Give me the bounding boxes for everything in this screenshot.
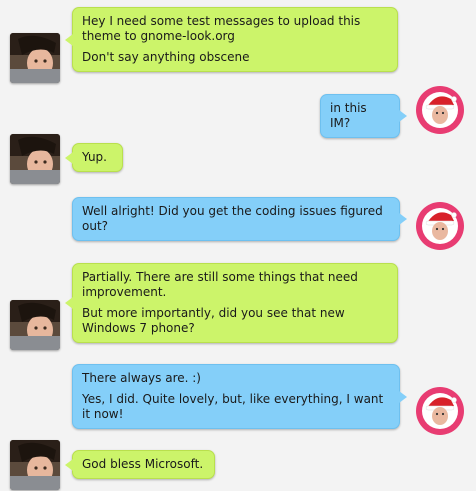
- buddy-avatar[interactable]: [415, 201, 465, 251]
- message-bubble: There always are. :) Yes, I did. Quite l…: [72, 364, 407, 429]
- santa-hat-buddy-icon: [416, 387, 464, 435]
- message-text: God bless Microsoft.: [82, 457, 204, 471]
- user-photo-icon: [10, 440, 60, 490]
- contact-avatar[interactable]: [10, 33, 60, 83]
- message-bubble: Well alright! Did you get the coding iss…: [72, 197, 407, 241]
- message-bubble: Partially. There are still some things t…: [65, 263, 398, 343]
- message-text: Yes, I did. Quite lovely, but, like ever…: [82, 392, 384, 421]
- user-photo-icon: [10, 33, 60, 83]
- buddy-avatar[interactable]: [415, 85, 465, 135]
- buddy-avatar[interactable]: [415, 386, 465, 436]
- message-bubble: Yup.: [65, 143, 123, 172]
- contact-avatar[interactable]: [10, 440, 60, 490]
- santa-hat-buddy-icon: [416, 86, 464, 134]
- message-text: There always are. :): [82, 371, 201, 385]
- user-photo-icon: [10, 300, 60, 350]
- message-bubble: in this IM?: [320, 94, 407, 138]
- message-text: Well alright! Did you get the coding iss…: [82, 204, 383, 233]
- santa-hat-buddy-icon: [416, 202, 464, 250]
- message-text: Yup.: [82, 150, 107, 164]
- message-bubble: God bless Microsoft.: [65, 450, 215, 479]
- message-text: in this IM?: [330, 101, 367, 130]
- contact-avatar[interactable]: [10, 134, 60, 184]
- message-bubble: Hey I need some test messages to upload …: [65, 7, 398, 72]
- message-text: But more importantly, did you see that n…: [82, 306, 345, 335]
- contact-avatar[interactable]: [10, 300, 60, 350]
- message-text: Don't say anything obscene: [82, 50, 250, 64]
- message-text: Partially. There are still some things t…: [82, 270, 358, 299]
- user-photo-icon: [10, 134, 60, 184]
- message-text: Hey I need some test messages to upload …: [82, 14, 361, 43]
